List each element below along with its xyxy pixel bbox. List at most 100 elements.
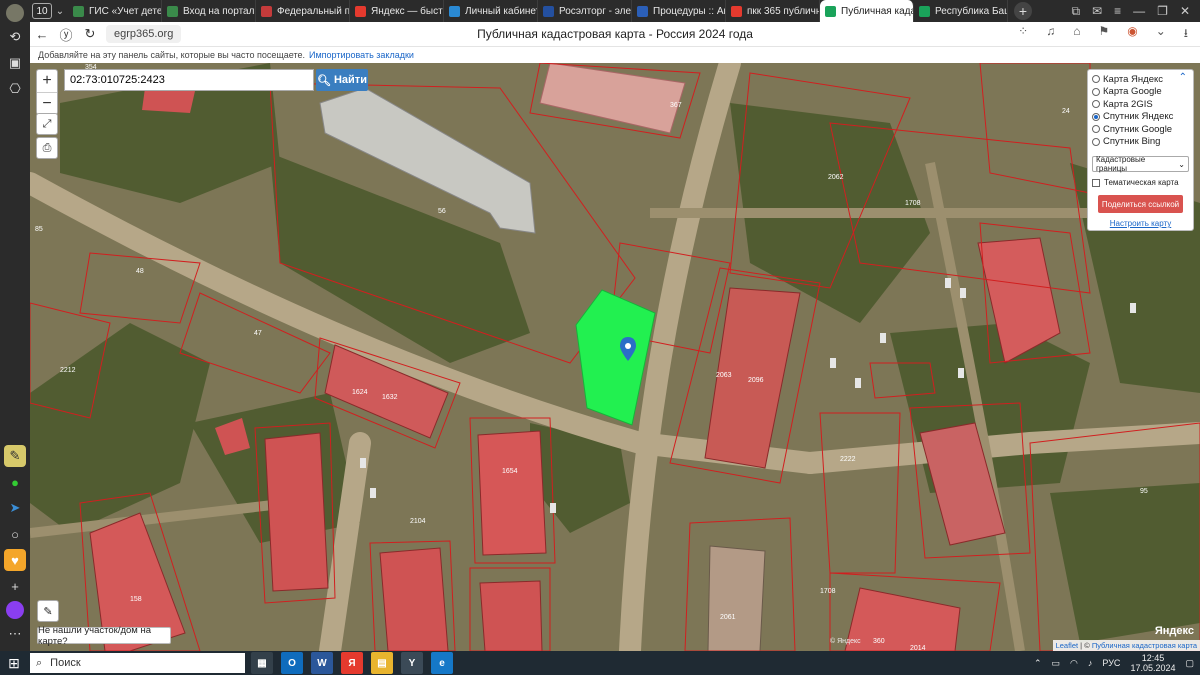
tab-6[interactable]: Процедуры :: Ак (632, 0, 726, 22)
overlay-select[interactable]: Кадастровые границы ⌄ (1092, 155, 1189, 173)
parcel-label: 2096 (748, 377, 764, 384)
building-west (264, 432, 329, 592)
zoom-out-button[interactable]: − (37, 92, 57, 114)
dropdown-icon[interactable]: ⌄ (1156, 24, 1166, 45)
tab-0[interactable]: ГИС «Учет детей (68, 0, 162, 22)
tab-9[interactable]: Республика Башк (914, 0, 1008, 22)
layer-option-3[interactable]: Спутник Яндекс (1092, 111, 1189, 124)
fullscreen-button[interactable]: ⤢ (36, 113, 58, 135)
import-bookmarks-link[interactable]: Импортировать закладки (309, 50, 414, 60)
taskbar-app-2[interactable]: W (311, 652, 333, 674)
clock-date: 17.05.2024 (1130, 663, 1176, 673)
tab-7[interactable]: пкк 365 публичн (726, 0, 820, 22)
layer-option-5[interactable]: Спутник Bing (1092, 136, 1189, 149)
new-tab-button[interactable]: + (1014, 2, 1032, 20)
protect-icon[interactable]: ◉ (1127, 24, 1137, 45)
parcel-label: 24 (1062, 108, 1070, 115)
notifications-icon[interactable]: ✉ (1092, 4, 1102, 18)
clock[interactable]: 12:45 17.05.2024 (1130, 653, 1175, 673)
zoom-in-button[interactable]: + (37, 70, 57, 92)
cadastral-search-input[interactable] (64, 69, 314, 91)
draw-tool-icon[interactable]: ✎ (37, 600, 59, 622)
tab-3[interactable]: Яндекс — быстр (350, 0, 444, 22)
extensions-icon[interactable]: ⁘ (1018, 24, 1028, 45)
tab-5[interactable]: Росэлторг - элек (538, 0, 632, 22)
notes-icon[interactable]: ✎ (4, 445, 26, 467)
tab-label: Росэлторг - элек (559, 5, 632, 17)
favicon-icon (449, 5, 460, 17)
more-icon[interactable]: ⋯ (4, 623, 26, 645)
leaflet-link[interactable]: Leaflet (1056, 641, 1079, 650)
headphones-icon[interactable]: ♫ (1046, 24, 1055, 45)
taskbar-app-0[interactable]: ▦ (251, 652, 273, 674)
tabs-icon[interactable]: ▣ (4, 52, 26, 74)
reload-icon[interactable]: ↻ (78, 26, 102, 42)
thematic-map-checkbox[interactable]: Тематическая карта (1092, 178, 1189, 187)
share-link-button[interactable]: Поделиться ссылкой (1098, 195, 1183, 213)
profile-avatar[interactable] (6, 4, 24, 22)
cadastral-map[interactable]: 354 367 24 56 2062 1708 48 85 47 2212 1624 1632 2063… (30, 63, 1200, 651)
bookmark-flag-icon[interactable]: ⚑ (1098, 24, 1109, 45)
favicon-icon (543, 5, 554, 17)
tab-label: пкк 365 публичн (747, 5, 820, 17)
whatsapp-icon[interactable]: ● (4, 471, 26, 493)
tab-1[interactable]: Вход на портал (162, 0, 256, 22)
market-icon[interactable]: ♥ (4, 549, 26, 571)
taskbar-app-6[interactable]: e (431, 652, 453, 674)
taskbar-app-5[interactable]: Y (401, 652, 423, 674)
taskbar-app-1[interactable]: O (281, 652, 303, 674)
layer-option-1[interactable]: Карта Google (1092, 86, 1189, 99)
screenshot-icon[interactable]: ⎔ (4, 78, 26, 100)
start-icon[interactable]: ⊞ (0, 651, 28, 675)
layer-option-2[interactable]: Карта 2GIS (1092, 98, 1189, 111)
radio-icon (1092, 87, 1100, 96)
messenger-icon[interactable]: ➤ (4, 497, 26, 519)
yandex-browser-icon[interactable]: ⓨ (54, 25, 78, 44)
bookmark-icon[interactable]: ⧉ (1072, 4, 1081, 19)
layer-option-label: Карта Яндекс (1103, 73, 1164, 85)
tab-2[interactable]: Федеральный по (256, 0, 350, 22)
tab-label: Личный кабинет (465, 5, 538, 17)
not-found-button[interactable]: Не нашли участок/дом на карте? (37, 625, 171, 647)
chevron-down-icon[interactable]: ⌄ (52, 6, 68, 17)
address-actions: ⁘ ♫ ⌂ ⚑ ◉ ⌄ ⭳ (1018, 24, 1200, 45)
back-icon[interactable]: ← (30, 27, 54, 42)
taskbar-app-4[interactable]: ▤ (371, 652, 393, 674)
configure-map-link[interactable]: Настроить карту (1092, 219, 1189, 228)
url-field[interactable]: egrp365.org (106, 25, 182, 43)
taskbar-app-3[interactable]: Я (341, 652, 363, 674)
assistant-icon[interactable] (6, 601, 24, 619)
taskbar-search-placeholder: Поиск (50, 657, 81, 669)
volume-icon[interactable]: ♪ (1088, 658, 1093, 668)
print-button[interactable]: ⎙ (36, 137, 58, 159)
parcel-label: 95 (1140, 488, 1148, 495)
building-2104 (379, 547, 449, 651)
layer-option-4[interactable]: Спутник Google (1092, 123, 1189, 136)
maximize-icon[interactable]: ❐ (1157, 4, 1168, 18)
layer-option-0[interactable]: Карта Яндекс (1092, 73, 1189, 86)
network-icon[interactable]: ▭ (1052, 658, 1061, 669)
collapse-icon[interactable]: ⌃ (1179, 72, 1187, 83)
download-icon[interactable]: ⭳ (1184, 24, 1188, 45)
pkk-link[interactable]: Публичная кадастровая карта (1092, 641, 1197, 650)
notifications-icon[interactable]: ▢ (1185, 658, 1194, 669)
radio-icon (1092, 137, 1100, 146)
history-icon[interactable]: ⟲ (4, 26, 26, 48)
wifi-icon[interactable]: ◠ (1070, 658, 1078, 669)
tab-4[interactable]: Личный кабинет (444, 0, 538, 22)
close-icon[interactable]: ✕ (1180, 4, 1190, 18)
language-indicator[interactable]: РУС (1102, 658, 1120, 668)
yandex-logo: Яндекс (1154, 625, 1194, 637)
taskbar-search[interactable]: ⌕ Поиск (30, 653, 245, 673)
alice-icon[interactable]: ○ (4, 523, 26, 545)
minimize-icon[interactable]: — (1133, 4, 1145, 18)
search-button[interactable]: 🔍︎ Найти (316, 69, 368, 91)
tab-counter[interactable]: 10 (32, 3, 52, 19)
tray-chevron-icon[interactable]: ⌃ (1034, 658, 1042, 669)
menu-icon[interactable]: ≡ (1114, 4, 1121, 18)
tab-8[interactable]: Публичная када✕ (820, 0, 914, 22)
parcel-label: 1654 (502, 468, 518, 475)
windows-taskbar: ⊞ ⌕ Поиск ▦ O W Я ▤ Ye ⌃ ▭ ◠ ♪ РУС 12:45 17.0… (0, 651, 1200, 675)
reader-icon[interactable]: ⌂ (1073, 24, 1080, 45)
add-icon[interactable]: + (4, 575, 26, 597)
